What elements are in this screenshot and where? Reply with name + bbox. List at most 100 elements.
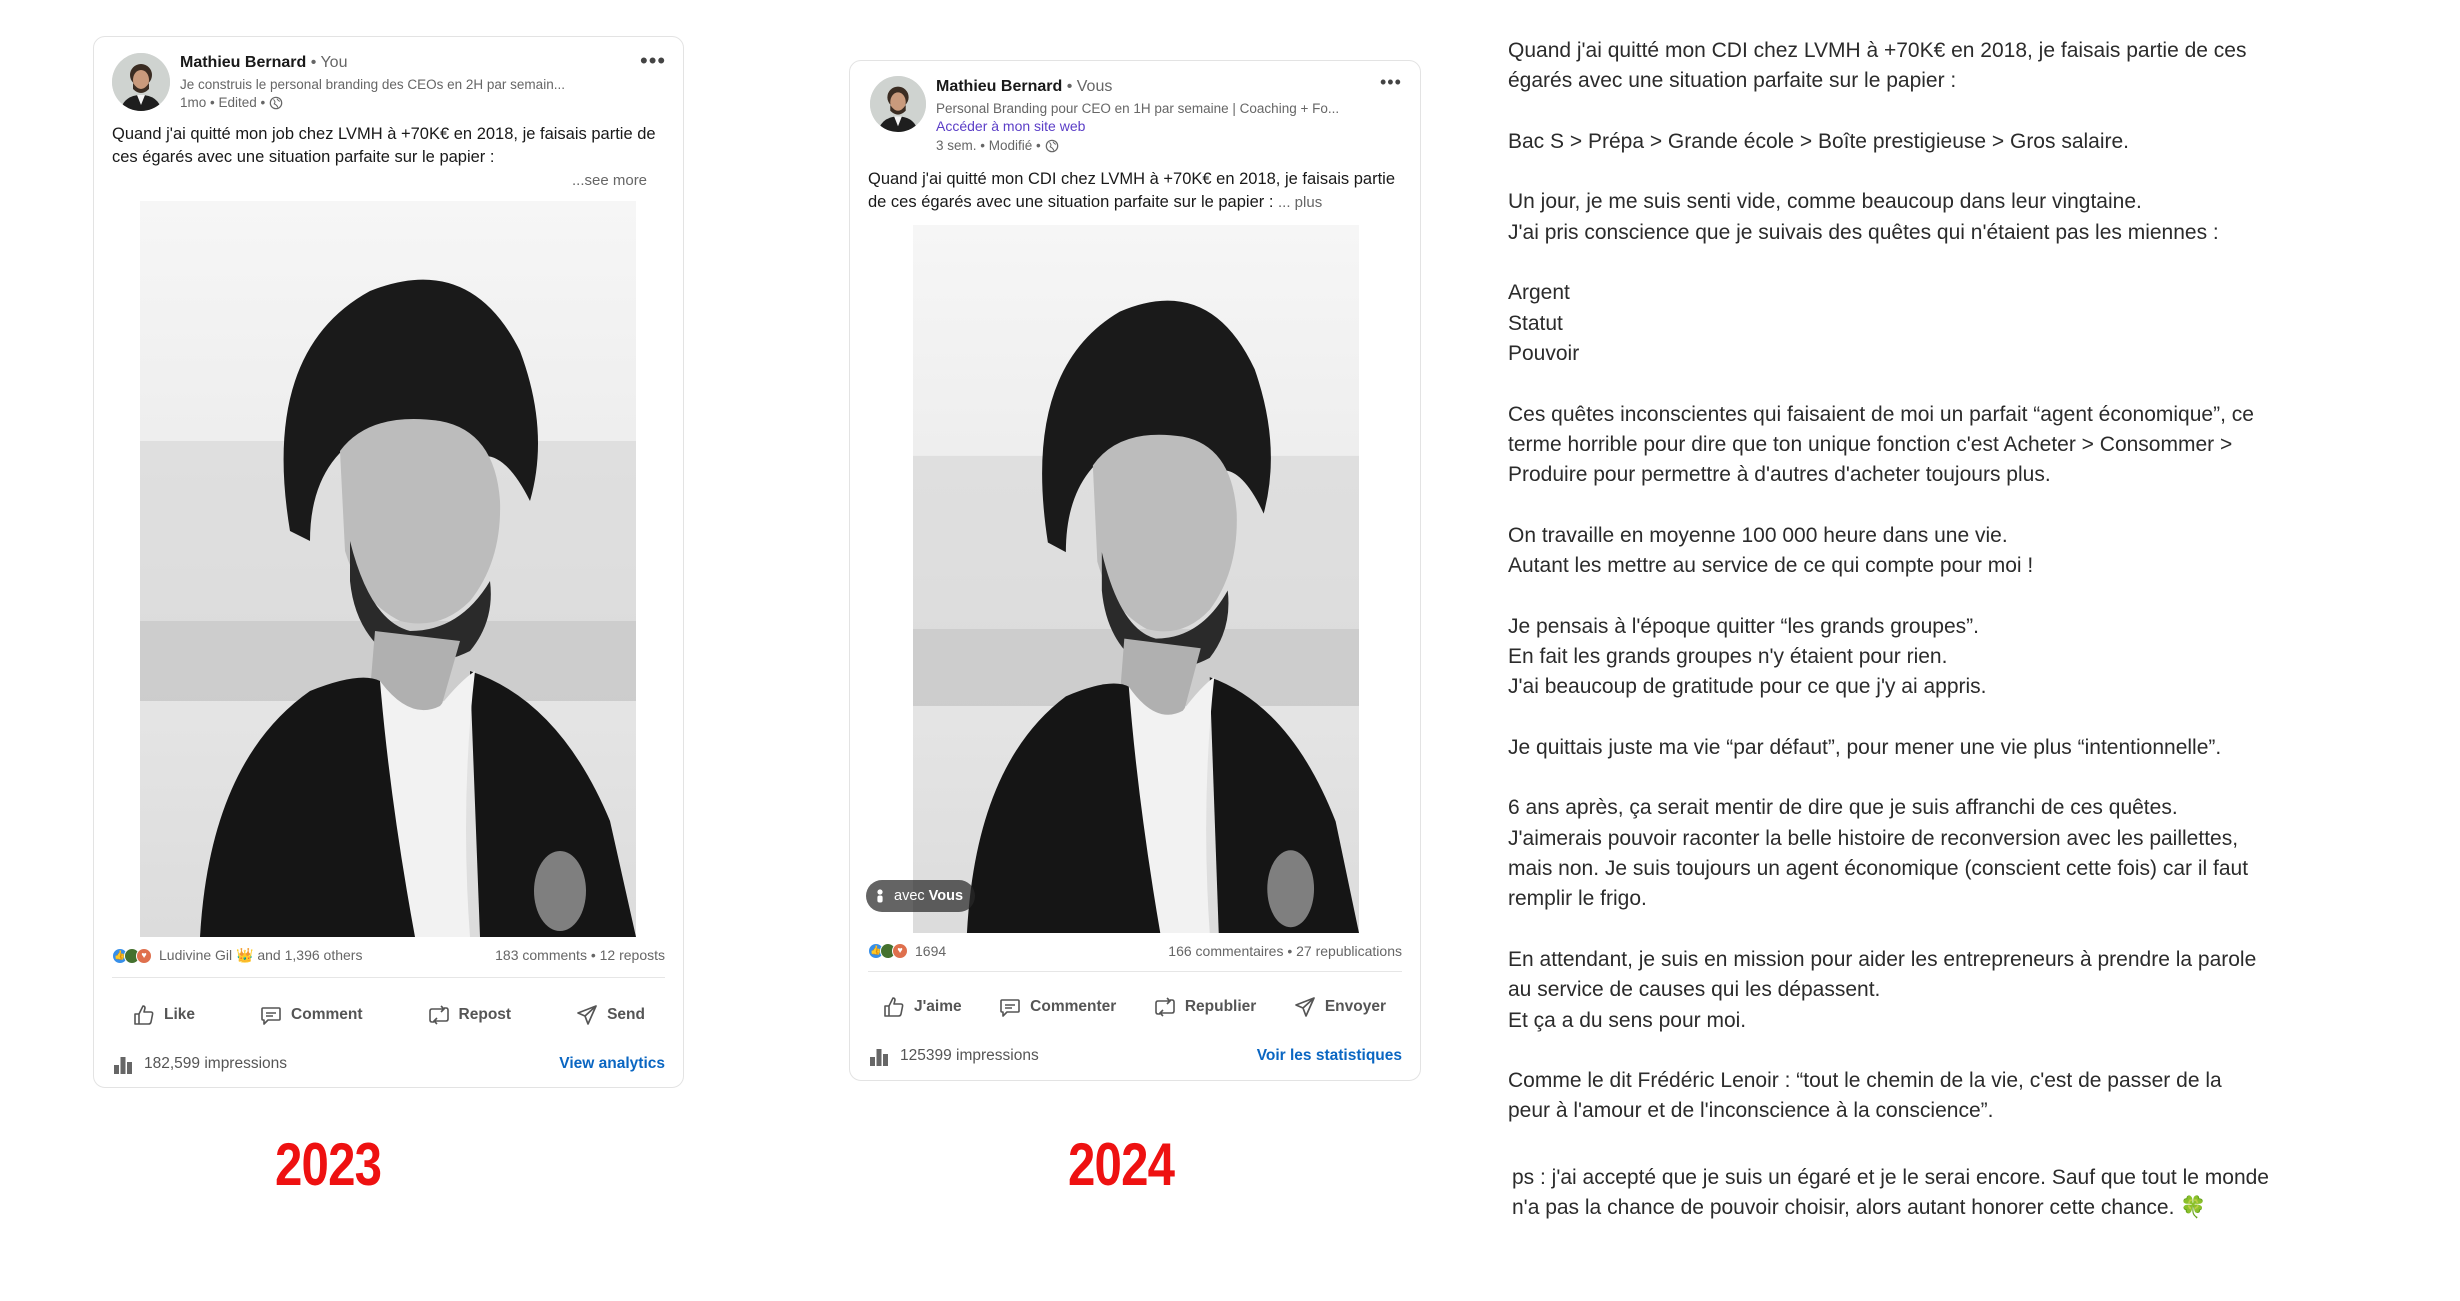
- send-icon: [1294, 997, 1315, 1017]
- reactions-summary[interactable]: 👍 ♥ 1694: [868, 943, 946, 959]
- globe-icon: [269, 96, 283, 109]
- author-tagline: Je construis le personal branding des CE…: [180, 77, 565, 92]
- impressions[interactable]: 182,599 impressions: [112, 1053, 287, 1075]
- article-line: terme horrible pour dire que ton unique …: [1508, 432, 2233, 456]
- globe-icon: [1045, 139, 1059, 152]
- repost-button[interactable]: Republier: [1153, 995, 1256, 1019]
- article-line: Autant les mettre au service de ce qui c…: [1508, 554, 2034, 578]
- comment-icon: [261, 1007, 281, 1025]
- like-button[interactable]: Like: [132, 1003, 195, 1027]
- author-avatar[interactable]: [112, 53, 170, 111]
- more-options-icon[interactable]: •••: [640, 50, 666, 72]
- post-photo[interactable]: [913, 225, 1359, 933]
- article-line: Ces quêtes inconscientes qui faisaient d…: [1508, 402, 2254, 426]
- author-tagline: Personal Branding pour CEO en 1H par sem…: [936, 101, 1340, 116]
- thumbs-up-icon: [134, 1005, 154, 1025]
- reactions-summary[interactable]: 👍 ♥ Ludivine Gil 👑 and 1,396 others: [112, 947, 362, 964]
- author-avatar[interactable]: [870, 76, 926, 132]
- year-label-2023: 2023: [275, 1131, 382, 1198]
- more-options-icon[interactable]: •••: [1380, 72, 1402, 92]
- divider: [112, 977, 665, 978]
- post-text: Quand j'ai quitté mon job chez LVMH à +7…: [112, 125, 656, 166]
- repost-label: Republier: [1184, 998, 1257, 1015]
- article-line: Argent: [1508, 281, 1570, 305]
- love-reaction-icon: ♥: [892, 943, 908, 959]
- send-button[interactable]: Send: [575, 1003, 645, 1027]
- post-meta: 3 sem. • Modifié •: [936, 137, 1059, 154]
- send-label: Send: [607, 1006, 645, 1023]
- article-line: J'ai beaucoup de gratitude pour ce que j…: [1508, 675, 1987, 699]
- repost-button[interactable]: Repost: [427, 1003, 512, 1027]
- post-stats[interactable]: 166 commentaires • 27 republications: [1168, 943, 1402, 959]
- author-relation: Vous: [1076, 78, 1113, 95]
- impressions-count: 182,599 impressions: [144, 1055, 288, 1072]
- impressions[interactable]: 125399 impressions: [868, 1045, 1039, 1067]
- post-meta-text: 3 sem. • Modifié •: [936, 138, 1041, 153]
- linkedin-post-2023: Mathieu Bernard • You Je construis le pe…: [93, 36, 684, 1088]
- love-reaction-icon: ♥: [136, 947, 152, 964]
- article-line: 6 ans après, ça serait mentir de dire qu…: [1508, 796, 2178, 820]
- repost-icon: [428, 1005, 449, 1025]
- divider: [868, 971, 1402, 972]
- article-line: On travaille en moyenne 100 000 heure da…: [1508, 523, 2008, 547]
- comment-button[interactable]: Comment: [259, 1003, 363, 1027]
- thumbs-up-icon: [884, 997, 904, 1017]
- tag-prefix: avec: [894, 888, 925, 904]
- view-analytics-link[interactable]: View analytics: [559, 1055, 665, 1073]
- article-line: Pouvoir: [1508, 341, 1580, 365]
- comment-label: Comment: [291, 1006, 363, 1023]
- article-line: peur à l'amour et de l'inconscience à la…: [1508, 1099, 1994, 1123]
- action-bar: J'aime Commenter Republier Envoyer: [882, 987, 1386, 1027]
- postscript-line: n'a pas la chance de pouvoir choisir, al…: [1512, 1195, 2207, 1219]
- post-meta: 1mo • Edited •: [180, 94, 283, 111]
- see-more-link[interactable]: ... plus: [1278, 194, 1322, 211]
- article-line: J'ai pris conscience que je suivais des …: [1508, 220, 2219, 244]
- full-post-text: Quand j'ai quitté mon CDI chez LVMH à +7…: [1508, 36, 2438, 1223]
- see-more-link[interactable]: ...see more: [572, 169, 647, 192]
- bar-chart-icon: [114, 1057, 132, 1074]
- website-link[interactable]: Accéder à mon site web: [936, 118, 1085, 135]
- post-photo[interactable]: [140, 201, 636, 937]
- comment-icon: [1000, 999, 1020, 1017]
- author-name[interactable]: Mathieu Bernard: [936, 78, 1062, 95]
- post-stats[interactable]: 183 comments • 12 reposts: [495, 947, 665, 963]
- author-relation: You: [320, 54, 348, 71]
- reactions-text: Ludivine Gil 👑 and 1,396 others: [159, 947, 363, 963]
- view-statistics-link[interactable]: Voir les statistiques: [1257, 1047, 1402, 1065]
- action-bar: Like Comment Repost Send: [132, 995, 645, 1035]
- send-button[interactable]: Envoyer: [1293, 995, 1386, 1019]
- comment-button[interactable]: Commenter: [998, 995, 1116, 1019]
- linkedin-post-2024: Mathieu Bernard • Vous Personal Branding…: [849, 60, 1421, 1081]
- author-line: Mathieu Bernard • Vous: [936, 78, 1113, 95]
- tagged-person-pill[interactable]: avec Vous: [866, 880, 976, 912]
- post-text: Quand j'ai quitté mon CDI chez LVMH à +7…: [868, 168, 1398, 214]
- like-label: Like: [164, 1006, 196, 1023]
- person-icon: [877, 889, 883, 903]
- article-line: remplir le frigo.: [1508, 887, 1647, 911]
- impressions-count: 125399 impressions: [900, 1047, 1039, 1064]
- article-line: Bac S > Prépa > Grande école > Boîte pre…: [1508, 129, 2130, 153]
- author-name[interactable]: Mathieu Bernard: [180, 54, 306, 71]
- article-line: égarés avec une situation parfaite sur l…: [1508, 69, 1957, 93]
- repost-label: Repost: [458, 1006, 512, 1023]
- author-line: Mathieu Bernard • You: [180, 54, 348, 71]
- article-line: Produire pour permettre à d'autres d'ach…: [1508, 463, 2051, 487]
- post-meta-text: 1mo • Edited •: [180, 95, 266, 110]
- reactions-count: 1694: [915, 943, 947, 959]
- like-button[interactable]: J'aime: [882, 995, 962, 1019]
- article-line: En fait les grands groupes n'y étaient p…: [1508, 644, 1948, 668]
- bar-chart-icon: [870, 1049, 888, 1066]
- article-line: Statut: [1508, 311, 1563, 335]
- reaction-icons: 👍 ♥: [112, 947, 152, 964]
- postscript: ps : j'ai accepté que je suis un égaré e…: [1508, 1163, 2438, 1224]
- article-line: Je pensais à l'époque quitter “les grand…: [1508, 614, 1979, 638]
